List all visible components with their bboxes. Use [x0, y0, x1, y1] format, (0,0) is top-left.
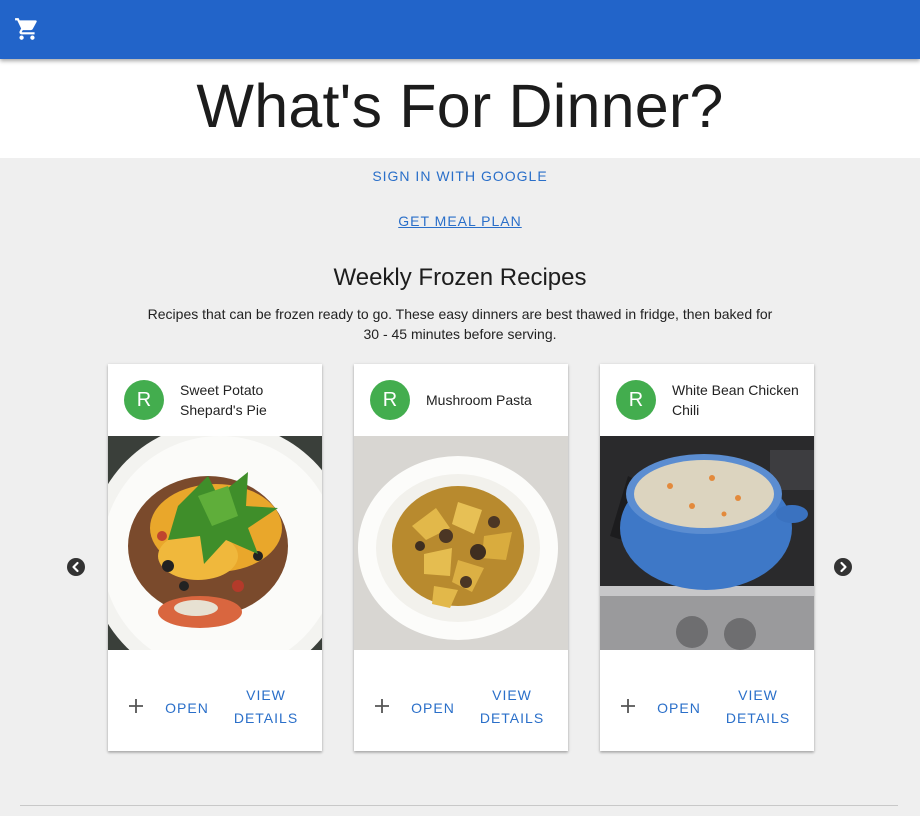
section-description: Recipes that can be frozen ready to go. …	[147, 306, 773, 342]
view-details-button[interactable]: VIEW DETAILS	[722, 684, 794, 730]
divider	[20, 805, 898, 806]
view-details-button[interactable]: VIEW DETAILS	[476, 684, 548, 730]
recipe-photo	[354, 436, 568, 650]
section-title: Weekly Frozen Recipes	[333, 264, 587, 291]
card-header: R Sweet Potato Shepard's Pie	[108, 364, 322, 436]
card-title: White Bean Chicken Chili	[672, 382, 799, 418]
page-title: What's For Dinner?	[196, 72, 724, 140]
open-button[interactable]: OPEN	[408, 700, 458, 716]
recipe-photo	[600, 436, 814, 650]
plus-icon[interactable]	[618, 696, 638, 716]
card-title: Mushroom Pasta	[426, 392, 532, 408]
open-button[interactable]: OPEN	[162, 700, 212, 716]
sign-in-container: SIGN IN WITH GOOGLE	[0, 168, 920, 186]
plus-icon[interactable]	[126, 696, 146, 716]
card-header: R Mushroom Pasta	[354, 364, 568, 436]
view-details-button[interactable]: VIEW DETAILS	[230, 684, 302, 730]
app-bar	[0, 0, 920, 59]
recipe-photo	[108, 436, 322, 650]
card-actions: OPEN VIEW DETAILS	[354, 684, 568, 732]
card-header: R White Bean Chicken Chili	[600, 364, 814, 436]
recipe-card: R Mushroom Pasta OPEN VIEW DETAILS	[354, 364, 568, 751]
avatar: R	[616, 380, 656, 420]
recipe-card: R White Bean Chicken Chili OPEN VIEW DET…	[600, 364, 814, 751]
chevron-left-icon[interactable]	[67, 558, 85, 576]
avatar: R	[370, 380, 410, 420]
recipe-card: R Sweet Potato Shepard's Pie OPEN VIEW D…	[108, 364, 322, 751]
get-meal-plan-button[interactable]: GET MEAL PLAN	[398, 213, 521, 229]
avatar: R	[124, 380, 164, 420]
meal-plan-container: GET MEAL PLAN	[0, 213, 920, 231]
shopping-cart-icon[interactable]	[14, 16, 40, 42]
sign-in-google-button[interactable]: SIGN IN WITH GOOGLE	[372, 168, 547, 184]
plus-icon[interactable]	[372, 696, 392, 716]
card-title: Sweet Potato Shepard's Pie	[180, 382, 267, 418]
open-button[interactable]: OPEN	[654, 700, 704, 716]
chevron-right-icon[interactable]	[834, 558, 852, 576]
card-actions: OPEN VIEW DETAILS	[108, 684, 322, 732]
card-actions: OPEN VIEW DETAILS	[600, 684, 814, 732]
page-header: What's For Dinner?	[0, 59, 920, 158]
